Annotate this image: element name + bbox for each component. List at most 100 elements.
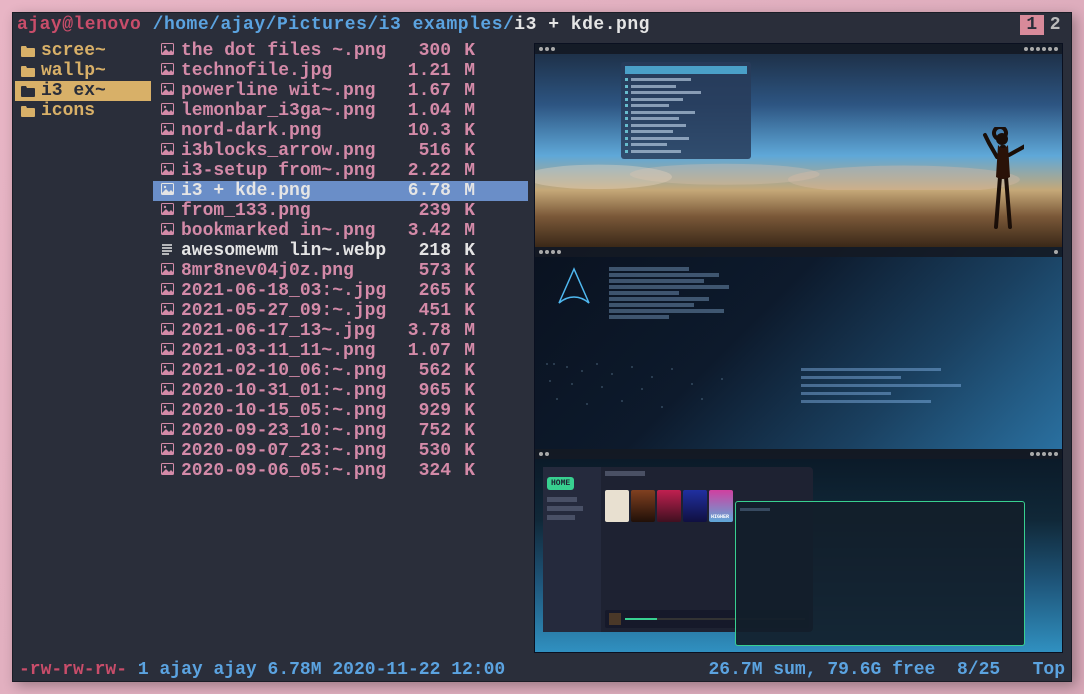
file-unit: K [451, 461, 475, 481]
file-size: 3.78 [401, 321, 451, 341]
tab-1[interactable]: 1 [1020, 15, 1043, 35]
file-size: 6.78 [401, 181, 451, 201]
file-row[interactable]: awesomewm lin~.webp218K [153, 241, 528, 261]
file-name: 8mr8nev04j0z.png [181, 261, 401, 281]
file-unit: K [451, 201, 475, 221]
file-name: i3-setup from~.png [181, 161, 401, 181]
file-name: 2020-10-15_05:~.png [181, 401, 401, 421]
file-row[interactable]: 2020-09-06_05:~.png324K [153, 461, 528, 481]
preview-taskbar [535, 44, 1062, 54]
file-size: 1.07 [401, 341, 451, 361]
sidebar-item-i3ex[interactable]: i3 ex~ [15, 81, 151, 101]
file-name: lemonbar_i3ga~.png [181, 101, 401, 121]
file-size: 324 [401, 461, 451, 481]
file-size: 965 [401, 381, 451, 401]
file-row[interactable]: the dot files ~.png300K [153, 41, 528, 61]
image-icon [159, 181, 175, 201]
file-name: 2021-05-27_09:~.jpg [181, 301, 401, 321]
status-size: 6.78M [268, 660, 322, 680]
file-row[interactable]: 8mr8nev04j0z.png573K [153, 261, 528, 281]
file-unit: M [451, 341, 475, 361]
file-size: 265 [401, 281, 451, 301]
image-icon [159, 221, 175, 241]
file-row[interactable]: technofile.jpg1.21M [153, 61, 528, 81]
file-row[interactable]: 2021-03-11_11~.png1.07M [153, 341, 528, 361]
file-name: powerline wit~.png [181, 81, 401, 101]
dir-label: wallp~ [41, 61, 106, 81]
file-row[interactable]: nord-dark.png10.3K [153, 121, 528, 141]
dir-label: icons [41, 101, 95, 121]
file-name: 2020-09-06_05:~.png [181, 461, 401, 481]
image-icon [159, 421, 175, 441]
file-size: 530 [401, 441, 451, 461]
status-sum: 26.7M sum, [708, 660, 816, 680]
image-icon [159, 201, 175, 221]
file-row[interactable]: from_133.png239K [153, 201, 528, 221]
file-row[interactable]: bookmarked in~.png3.42M [153, 221, 528, 241]
file-unit: K [451, 241, 475, 261]
sidebar-item-wallp[interactable]: wallp~ [15, 61, 151, 81]
image-icon [159, 381, 175, 401]
file-name: 2020-10-31_01:~.png [181, 381, 401, 401]
file-unit: K [451, 301, 475, 321]
image-icon [159, 441, 175, 461]
path-filename: i3 + kde.png [514, 15, 650, 35]
file-name: i3 + kde.png [181, 181, 401, 201]
file-size: 573 [401, 261, 451, 281]
file-row[interactable]: 2020-09-07_23:~.png530K [153, 441, 528, 461]
file-row[interactable]: 2021-02-10_06:~.png562K [153, 361, 528, 381]
status-owner: ajay [159, 660, 202, 680]
file-size: 2.22 [401, 161, 451, 181]
file-size: 1.04 [401, 101, 451, 121]
file-row[interactable]: i3blocks_arrow.png516K [153, 141, 528, 161]
file-name: from_133.png [181, 201, 401, 221]
file-row[interactable]: i3 + kde.png6.78M [153, 181, 528, 201]
file-size: 3.42 [401, 221, 451, 241]
preview-menu-overlay [621, 62, 751, 159]
image-icon [159, 401, 175, 421]
directory-panel[interactable]: scree~wallp~i3 ex~icons [13, 37, 153, 659]
file-size: 10.3 [401, 121, 451, 141]
file-unit: M [451, 161, 475, 181]
file-unit: M [451, 181, 475, 201]
file-row[interactable]: powerline wit~.png1.67M [153, 81, 528, 101]
image-icon [159, 81, 175, 101]
sidebar-item-scree[interactable]: scree~ [15, 41, 151, 61]
file-size: 300 [401, 41, 451, 61]
file-panel[interactable]: the dot files ~.png300Ktechnofile.jpg1.2… [153, 37, 528, 659]
file-name: 2020-09-07_23:~.png [181, 441, 401, 461]
path-directory: /home/ajay/Pictures/i3 examples/ [153, 15, 515, 35]
status-bar: -rw-rw-rw- 1 ajay ajay 6.78M 2020-11-22 … [13, 659, 1071, 681]
file-size: 1.21 [401, 61, 451, 81]
preview-taskbar-3 [535, 449, 1062, 459]
file-unit: K [451, 381, 475, 401]
file-unit: K [451, 281, 475, 301]
file-row[interactable]: 2020-10-15_05:~.png929K [153, 401, 528, 421]
image-icon [159, 281, 175, 301]
status-links: 1 [138, 660, 149, 680]
file-unit: K [451, 421, 475, 441]
status-permissions: -rw-rw-rw- [19, 660, 127, 680]
sidebar-item-icons[interactable]: icons [15, 101, 151, 121]
image-icon [159, 61, 175, 81]
file-row[interactable]: 2020-10-31_01:~.png965K [153, 381, 528, 401]
file-row[interactable]: lemonbar_i3ga~.png1.04M [153, 101, 528, 121]
image-icon [159, 121, 175, 141]
status-date: 2020-11-22 [332, 660, 440, 680]
tab-2[interactable]: 2 [1044, 15, 1067, 35]
status-group: ajay [214, 660, 257, 680]
file-row[interactable]: 2020-09-23_10:~.png752K [153, 421, 528, 441]
file-size: 752 [401, 421, 451, 441]
image-icon [159, 41, 175, 61]
file-size: 239 [401, 201, 451, 221]
file-row[interactable]: i3-setup from~.png2.22M [153, 161, 528, 181]
file-row[interactable]: 2021-05-27_09:~.jpg451K [153, 301, 528, 321]
image-icon [159, 141, 175, 161]
path-header: ajay@lenovo /home/ajay/Pictures/i3 examp… [13, 13, 1071, 37]
file-row[interactable]: 2021-06-17_13~.jpg3.78M [153, 321, 528, 341]
file-size: 929 [401, 401, 451, 421]
preview-screenshot-3: HOME HIGHER [535, 449, 1062, 652]
file-unit: K [451, 141, 475, 161]
file-row[interactable]: 2021-06-18_03:~.jpg265K [153, 281, 528, 301]
file-name: 2021-06-18_03:~.jpg [181, 281, 401, 301]
